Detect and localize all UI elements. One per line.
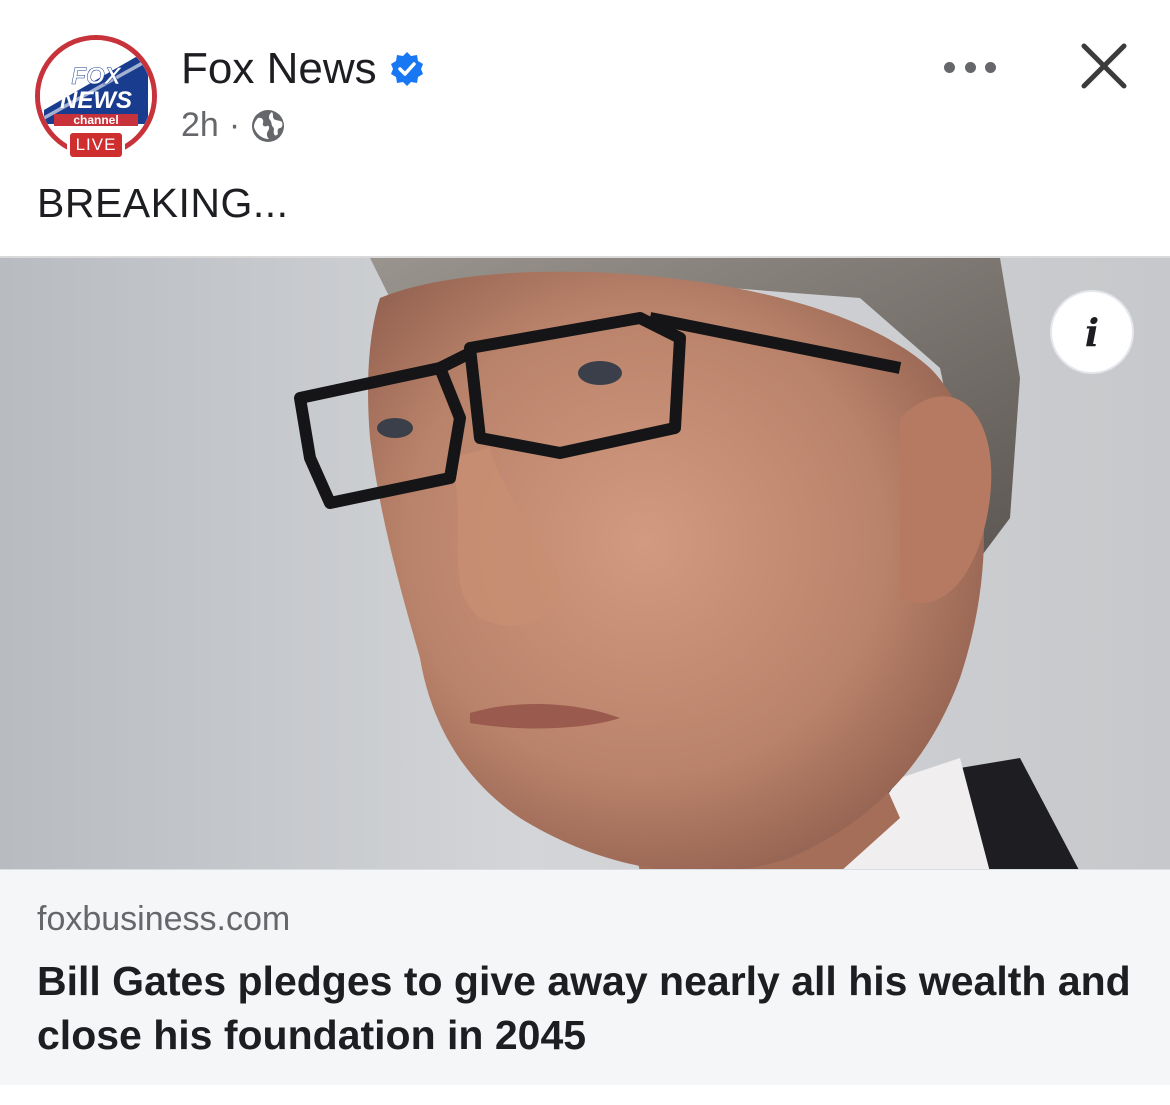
page-name-label[interactable]: Fox News [181, 44, 377, 94]
info-button[interactable]: i [1050, 290, 1134, 374]
more-dots-icon [964, 61, 976, 73]
page-avatar[interactable]: FOX NEWS channel LIVE [35, 35, 157, 163]
globe-icon [252, 109, 285, 142]
more-dots-icon [944, 61, 955, 73]
live-badge: LIVE [67, 130, 125, 160]
link-preview-image[interactable] [0, 256, 1170, 870]
page-name[interactable]: Fox News [181, 44, 425, 94]
svg-text:NEWS: NEWS [60, 87, 132, 114]
verified-badge-icon [390, 52, 423, 86]
more-options-button[interactable] [940, 50, 1000, 84]
post-text: BREAKING... [37, 180, 289, 226]
svg-text:channel: channel [73, 113, 118, 127]
portrait-photo [0, 258, 1170, 870]
close-icon[interactable] [1078, 40, 1130, 92]
post-meta: 2h · [181, 106, 286, 145]
more-dots-icon [985, 61, 996, 73]
meta-separator: · [228, 106, 241, 144]
post-timestamp[interactable]: 2h [181, 106, 219, 145]
link-domain: foxbusiness.com [37, 900, 291, 938]
svg-text:FOX: FOX [71, 63, 122, 90]
link-preview-card[interactable]: foxbusiness.com Bill Gates pledges to gi… [0, 869, 1170, 1085]
facebook-post: FOX NEWS channel LIVE Fox News 2h · BREA… [0, 0, 1170, 1105]
link-title[interactable]: Bill Gates pledges to give away nearly a… [37, 954, 1137, 1062]
